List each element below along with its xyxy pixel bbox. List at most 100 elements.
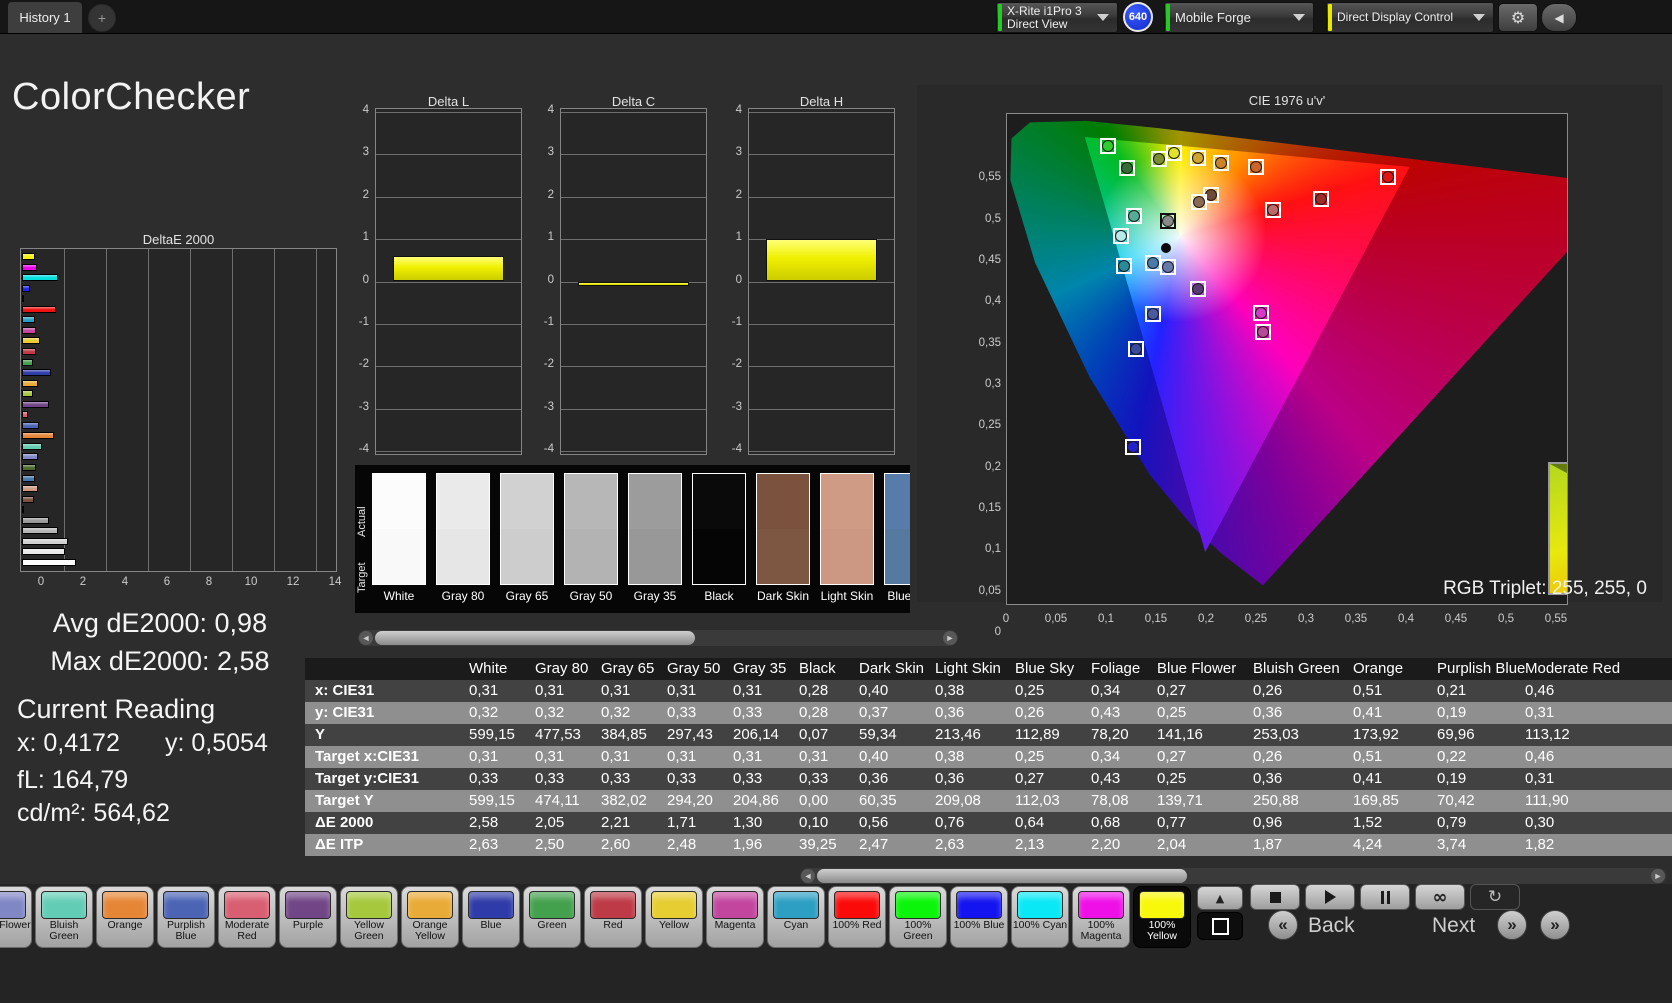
patch-label: Orange Yellow <box>412 919 448 942</box>
source-dropdown[interactable]: Mobile Forge <box>1164 2 1314 33</box>
tab-history-1[interactable]: History 1 <box>8 2 82 33</box>
table-cell: 0,46 <box>1525 748 1555 765</box>
table-cell: 112,03 <box>1015 792 1060 809</box>
table-cell: 1,52 <box>1353 814 1383 831</box>
gridline <box>561 451 706 453</box>
settings-button[interactable]: ⚙ <box>1498 3 1538 32</box>
patch-button-cyan[interactable]: Cyan <box>767 886 825 948</box>
scroll-right-arrow-icon[interactable]: ► <box>1651 869 1665 883</box>
patch-button-purple[interactable]: Purple <box>279 886 337 948</box>
gridline <box>376 111 521 113</box>
chevron-left-icon: ◀ <box>1554 10 1564 25</box>
source-status-indicator <box>1166 4 1170 31</box>
table-cell: 0,38 <box>935 748 965 765</box>
table-cell: 139,71 <box>1157 792 1203 809</box>
control-status-indicator <box>1328 4 1332 31</box>
next-button[interactable]: Next <box>1432 914 1475 938</box>
display-control-dropdown[interactable]: Direct Display Control <box>1326 2 1494 33</box>
next-chevron-button[interactable]: » <box>1497 910 1527 940</box>
patch-button-yellow-green[interactable]: Yellow Green <box>340 886 398 948</box>
table-cell: 209,08 <box>935 792 981 809</box>
patch-swatch <box>1017 891 1063 919</box>
patch-button-magenta[interactable]: Magenta <box>706 886 764 948</box>
table-cell: 0,40 <box>859 682 889 699</box>
scrollbar-thumb[interactable] <box>375 631 695 645</box>
de2000-bar <box>22 442 43 450</box>
delta-bar <box>578 281 689 286</box>
scroll-right-arrow-icon[interactable]: ► <box>943 631 957 645</box>
swatch-strip-scrollbar[interactable]: ◄ ► <box>358 630 958 646</box>
table-cell: 0,21 <box>1437 682 1467 699</box>
de2000-x-tick: 8 <box>205 576 213 588</box>
add-tab-button[interactable]: + <box>88 4 116 32</box>
pattern-up-button[interactable]: ▲ <box>1197 886 1243 910</box>
play-button[interactable] <box>1305 884 1355 910</box>
table-cell: 0,36 <box>1253 704 1283 721</box>
swatch-target <box>437 529 489 584</box>
patch-label: Blue Flower <box>0 919 31 931</box>
stop-button[interactable] <box>1250 884 1300 910</box>
rgb-triplet-label: RGB Triplet: 255, 255, 0 <box>1443 578 1647 599</box>
delta-y-tick: 2 <box>547 188 554 201</box>
pause-icon <box>1380 890 1390 904</box>
up-arrow-icon: ▲ <box>1215 891 1225 905</box>
patch-button-bluish-green[interactable]: Bluish Green <box>35 886 93 948</box>
delta-y-tick: -1 <box>543 315 554 328</box>
cie-actual-marker <box>1115 230 1128 243</box>
patch-label: 100% Green <box>903 919 933 942</box>
swatch-black <box>692 473 746 585</box>
meter-dropdown[interactable]: X-Rite i1Pro 3 Direct View <box>996 2 1118 33</box>
patch-button-100-green[interactable]: 100% Green <box>889 886 947 948</box>
table-cell: 2,20 <box>1091 836 1121 853</box>
skip-forward-button[interactable]: » <box>1540 910 1570 940</box>
patch-button-green[interactable]: Green <box>523 886 581 948</box>
scroll-left-arrow-icon[interactable]: ◄ <box>801 869 815 883</box>
patch-list-scrollbar[interactable]: ◄ ► <box>800 868 1666 884</box>
table-cell: 0,31 <box>469 748 499 765</box>
patch-button-100-magenta[interactable]: 100% Magenta <box>1072 886 1130 948</box>
patch-button-yellow[interactable]: Yellow <box>645 886 703 948</box>
swatch-target <box>757 529 809 584</box>
patch-button-blue[interactable]: Blue <box>462 886 520 948</box>
collapse-panel-button[interactable]: ◀ <box>1541 3 1577 32</box>
continuous-button[interactable]: ∞ <box>1415 884 1465 910</box>
patch-button-100-yellow[interactable]: 100% Yellow <box>1133 886 1191 948</box>
swatch-gray-80 <box>436 473 490 585</box>
patch-button-orange-yellow[interactable]: Orange Yellow <box>401 886 459 948</box>
scroll-left-arrow-icon[interactable]: ◄ <box>359 631 373 645</box>
swatch-gray-65 <box>500 473 554 585</box>
table-cell: 1,87 <box>1253 836 1283 853</box>
gridline <box>749 281 894 283</box>
back-button[interactable]: Back <box>1308 914 1355 938</box>
table-cell: 0,27 <box>1015 770 1045 787</box>
delta-y-tick: -1 <box>358 315 369 328</box>
table-cell: 0,79 <box>1437 814 1467 831</box>
swatch-label: Gray 80 <box>441 589 485 603</box>
meter-count-badge[interactable]: 640 <box>1123 2 1153 32</box>
patch-button-orange[interactable]: Orange <box>96 886 154 948</box>
cie-1976-panel: CIE 1976 u'v' 0,55 0,5 0,45 0,4 0,35 0,3 0,25 0… <box>917 85 1663 638</box>
gridline <box>749 366 894 368</box>
loop-icon: ↻ <box>1487 887 1503 907</box>
patch-button-100-red[interactable]: 100% Red <box>828 886 886 948</box>
table-cell: 2,21 <box>601 814 631 831</box>
pattern-window-button[interactable] <box>1197 912 1243 940</box>
back-chevron-button[interactable]: « <box>1268 910 1298 940</box>
patch-button-red[interactable]: Red <box>584 886 642 948</box>
patch-button-blue-flower[interactable]: Blue Flower <box>0 886 32 948</box>
cie-zoom-inset <box>1548 462 1567 595</box>
chevrons-right-icon: » <box>1550 915 1560 934</box>
patch-button-100-blue[interactable]: 100% Blue <box>950 886 1008 948</box>
patch-button-100-cyan[interactable]: 100% Cyan <box>1011 886 1069 948</box>
table-cell: 0,00 <box>799 792 829 809</box>
patch-button-purplish-blue[interactable]: Purplish Blue <box>157 886 215 948</box>
pause-button[interactable] <box>1360 884 1410 910</box>
scrollbar-thumb[interactable] <box>817 869 1187 883</box>
swatch-actual <box>565 474 617 529</box>
table-row-label: ΔE ITP <box>315 836 364 853</box>
gridline <box>106 249 107 571</box>
loop-button[interactable]: ↻ <box>1470 884 1520 910</box>
table-cell: 2,63 <box>469 836 499 853</box>
patch-button-moderate-red[interactable]: Moderate Red <box>218 886 276 948</box>
table-cell: 204,86 <box>733 792 779 809</box>
